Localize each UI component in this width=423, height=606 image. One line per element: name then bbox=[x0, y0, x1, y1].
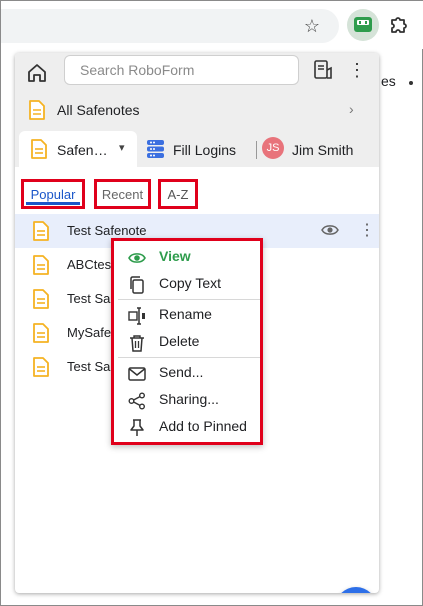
roboform-extension-button[interactable] bbox=[347, 9, 379, 41]
list-item-label: Test Sa bbox=[67, 291, 111, 306]
avatar[interactable]: JS bbox=[262, 137, 284, 159]
copy-icon bbox=[130, 276, 144, 294]
safenote-icon bbox=[33, 221, 49, 241]
menu-item-label: View bbox=[159, 248, 191, 264]
context-menu: View Copy Text Rename Delete Send... Sha… bbox=[111, 238, 263, 445]
menu-item-copy-text[interactable]: Copy Text bbox=[114, 271, 260, 297]
address-bar[interactable] bbox=[1, 9, 339, 43]
tab-safenotes-label: Safen… bbox=[57, 142, 108, 158]
menu-item-label: Copy Text bbox=[159, 275, 221, 291]
puzzle-icon[interactable] bbox=[387, 13, 411, 37]
safenote-icon bbox=[33, 323, 49, 343]
folder-label: All Safenotes bbox=[57, 102, 140, 118]
safenote-icon bbox=[33, 255, 49, 275]
home-icon[interactable] bbox=[25, 61, 49, 85]
window-frame: ☆ es Search RoboForm ⋮ All Safenotes › S… bbox=[0, 0, 423, 606]
list-item-label: MySafe bbox=[67, 325, 112, 340]
eye-icon bbox=[128, 253, 146, 263]
menu-item-label: Send... bbox=[159, 364, 204, 380]
tab-fill-logins[interactable]: Fill Logins bbox=[147, 140, 257, 160]
safenote-icon bbox=[31, 139, 47, 159]
subtab-recent[interactable]: Recent bbox=[94, 179, 151, 209]
subtab-popular-label: Popular bbox=[30, 187, 76, 202]
menu-item-delete[interactable]: Delete bbox=[114, 329, 260, 355]
active-tab-underline bbox=[26, 202, 80, 205]
add-item-button[interactable]: + bbox=[335, 587, 377, 593]
fill-logins-label: Fill Logins bbox=[173, 142, 237, 158]
menu-item-rename[interactable]: Rename bbox=[114, 302, 260, 328]
list-item-label: ABCtes bbox=[67, 257, 112, 272]
menu-item-view[interactable]: View bbox=[114, 244, 260, 270]
background-page-text: es bbox=[381, 73, 396, 89]
safenote-icon bbox=[29, 100, 45, 120]
fill-logins-icon bbox=[147, 140, 164, 158]
share-icon bbox=[128, 392, 145, 410]
menu-item-label: Delete bbox=[159, 333, 200, 349]
menu-item-send[interactable]: Send... bbox=[114, 360, 260, 386]
list-item-label: Test Sa bbox=[67, 359, 111, 374]
menu-item-label: Rename bbox=[159, 306, 212, 322]
menu-item-label: Sharing... bbox=[159, 391, 219, 407]
bookmarklet-icon[interactable] bbox=[313, 59, 333, 81]
browser-toolbar: ☆ bbox=[1, 1, 423, 49]
search-input[interactable]: Search RoboForm bbox=[64, 55, 299, 85]
more-options-icon[interactable]: ⋮ bbox=[348, 59, 366, 81]
tab-safenotes[interactable]: Safen… ▾ bbox=[19, 131, 137, 167]
user-name[interactable]: Jim Smith bbox=[292, 142, 353, 158]
chevron-right-icon: › bbox=[349, 101, 354, 117]
menu-item-sharing[interactable]: Sharing... bbox=[114, 387, 260, 413]
subtab-a-z[interactable]: A-Z bbox=[158, 179, 198, 209]
star-icon[interactable]: ☆ bbox=[301, 15, 323, 37]
pin-icon bbox=[130, 419, 144, 436]
safenote-icon bbox=[33, 289, 49, 309]
subtab-popular[interactable]: Popular bbox=[21, 179, 85, 209]
menu-divider bbox=[118, 299, 260, 300]
category-tabs: Safen… ▾ Fill Logins JS Jim Smith bbox=[15, 131, 379, 167]
roboform-icon bbox=[354, 17, 372, 32]
background-page-dot bbox=[409, 81, 413, 85]
menu-item-label: Add to Pinned bbox=[159, 418, 247, 434]
subtab-recent-label: Recent bbox=[101, 187, 144, 202]
envelope-icon bbox=[128, 367, 146, 381]
popup-header: Search RoboForm ⋮ All Safenotes › Safen…… bbox=[15, 53, 379, 167]
folder-row-all-safenotes[interactable]: All Safenotes › bbox=[15, 93, 379, 127]
menu-divider bbox=[118, 357, 260, 358]
menu-item-add-to-pinned[interactable]: Add to Pinned bbox=[114, 414, 260, 440]
safenote-icon bbox=[33, 357, 49, 377]
rename-icon bbox=[128, 307, 145, 325]
list-item-label: Test Safenote bbox=[67, 223, 147, 238]
subtab-a-z-label: A-Z bbox=[167, 187, 189, 202]
trash-icon bbox=[130, 335, 144, 352]
row-more-icon[interactable]: ⋮ bbox=[359, 220, 375, 240]
tab-divider bbox=[256, 141, 257, 159]
chevron-down-icon: ▾ bbox=[119, 142, 125, 154]
eye-icon[interactable] bbox=[321, 223, 339, 237]
